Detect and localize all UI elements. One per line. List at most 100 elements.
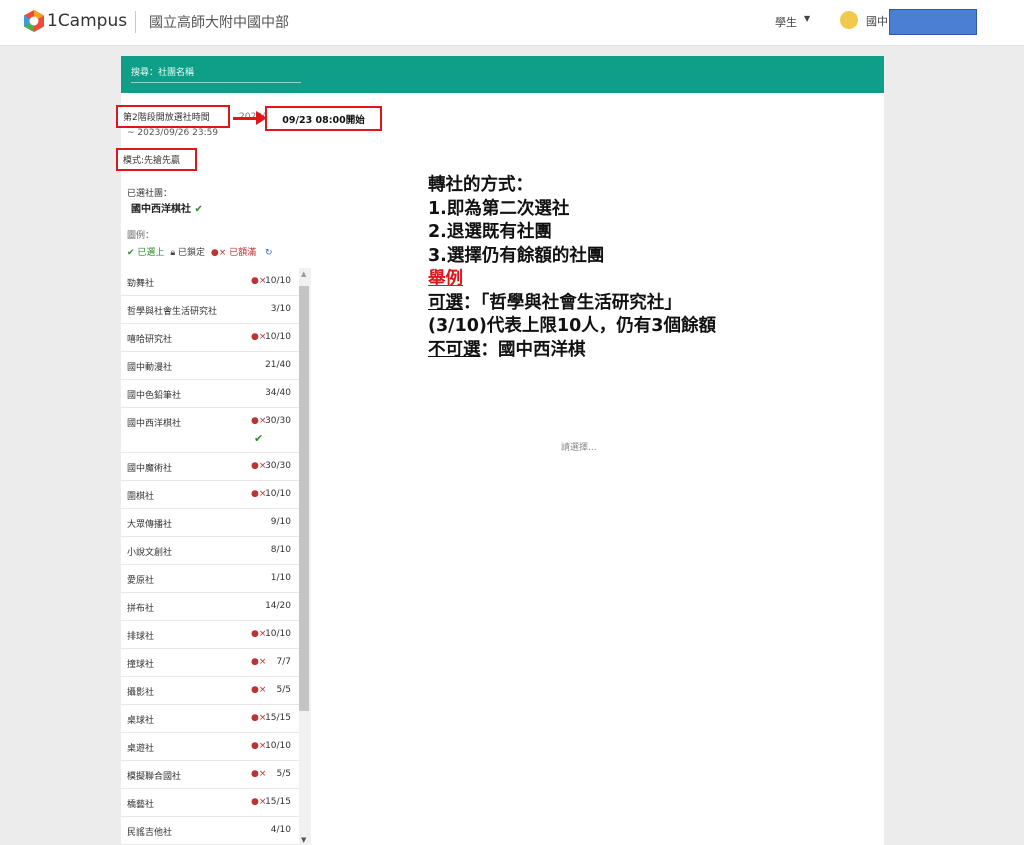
club-row[interactable]: 愛原社 1/10: [121, 565, 311, 593]
period-label-box: 第2階段開放選社時間: [116, 105, 230, 128]
annotation-line: (3/10)代表上限10人，仍有3個餘額: [428, 316, 716, 336]
club-count: 8/10: [270, 545, 291, 555]
scroll-down-icon[interactable]: ▼: [301, 836, 306, 844]
mode-text: 模式:先搶先贏: [123, 156, 181, 166]
club-count: 1/10: [270, 573, 291, 583]
caret-down-icon[interactable]: ▼: [804, 14, 810, 23]
club-row[interactable]: 民謠吉他社 4/10: [121, 817, 311, 845]
club-name: 大眾傳播社: [127, 520, 173, 530]
redaction-box: [889, 9, 977, 35]
club-count: 21/40: [265, 360, 291, 370]
club-count: 9/10: [270, 517, 291, 527]
user-full-icon: ●×: [251, 769, 267, 779]
club-selection-panel: 搜尋：社團名稱 第2階段開放選社時間 2023/ 09/23 08:00開始 ~…: [116, 56, 884, 845]
club-count: 5/5: [276, 769, 291, 779]
club-row[interactable]: 橋藝社 ●× 15/15: [121, 789, 311, 817]
club-count: 10/10: [265, 489, 291, 499]
header-divider: [135, 11, 136, 33]
club-row[interactable]: 模擬聯合國社 ●× 5/5: [121, 761, 311, 789]
club-count: 3/10: [270, 304, 291, 314]
annotation-line: 2.退選既有社團: [428, 222, 552, 242]
club-count: 15/15: [265, 797, 291, 807]
lock-icon: 🔒︎: [170, 248, 176, 258]
club-name: 哲學與社會生活研究社: [127, 307, 218, 317]
annotation-can-select-text: ：「哲學與社會生活研究社」: [463, 292, 682, 313]
period-label: 第2階段開放選社時間: [123, 113, 210, 123]
annotation-cannot-select-text: ：國中西洋棋: [480, 339, 586, 360]
club-row[interactable]: 哲學與社會生活研究社 3/10: [121, 296, 311, 324]
club-name: 拼布社: [127, 604, 155, 614]
club-name: 嘻哈研究社: [127, 335, 173, 345]
club-name: 圍棋社: [127, 492, 155, 502]
start-time-text: 09/23 08:00開始: [282, 115, 365, 126]
check-icon: ✔: [194, 204, 203, 215]
club-row[interactable]: 攝影社 ●× 5/5: [121, 677, 311, 705]
scrollbar-thumb[interactable]: [299, 286, 309, 711]
club-count: 5/5: [276, 685, 291, 695]
club-count: 30/30: [265, 461, 291, 471]
annotation-line: 轉社的方式：: [428, 175, 533, 195]
top-bar: 1Campus 國立高師大附中國中部 學生 ▼ 國中: [0, 0, 1024, 46]
legend-selected: 已選上: [137, 248, 165, 258]
legend-label: 圖例：: [127, 231, 155, 241]
club-name: 民謠吉他社: [127, 828, 173, 838]
club-name: 撞球社: [127, 660, 155, 670]
club-row[interactable]: 國中動漫社 21/40: [121, 352, 311, 380]
role-selector[interactable]: 學生: [775, 14, 797, 30]
legend-full: 已額滿: [229, 248, 257, 258]
search-bar: 搜尋：社團名稱: [121, 56, 884, 93]
club-count: 30/30: [265, 416, 291, 426]
club-count: 10/10: [265, 629, 291, 639]
refresh-icon[interactable]: ↻: [265, 248, 273, 258]
club-name: 桌球社: [127, 716, 155, 726]
period-end: ~ 2023/09/26 23:59: [127, 128, 219, 138]
check-icon: ✔: [254, 432, 264, 445]
club-row[interactable]: 桌球社 ●× 15/15: [121, 705, 311, 733]
user-full-icon: ●×: [251, 657, 267, 667]
selected-label: 已選社團：: [127, 189, 173, 199]
club-row[interactable]: 國中魔術社 ●× 30/30: [121, 453, 311, 481]
club-row[interactable]: 排球社 ●× 10/10: [121, 621, 311, 649]
brand-name[interactable]: 1Campus: [47, 11, 127, 31]
club-name: 國中西洋棋社: [127, 419, 182, 429]
club-count: 4/10: [270, 825, 291, 835]
club-row[interactable]: 嘻哈研究社 ●× 10/10: [121, 324, 311, 352]
club-count: 10/10: [265, 741, 291, 751]
club-row[interactable]: 拼布社 14/20: [121, 593, 311, 621]
club-name: 桌遊社: [127, 744, 155, 754]
club-name: 國中色鉛筆社: [127, 391, 182, 401]
club-row[interactable]: 勁舞社 ●× 10/10: [121, 268, 311, 296]
annotation-cannot-select: 不可選: [428, 339, 481, 360]
selected-club-name: 國中西洋棋社: [131, 204, 191, 215]
start-time-callout: 09/23 08:00開始: [265, 106, 382, 131]
club-row[interactable]: 大眾傳播社 9/10: [121, 509, 311, 537]
1campus-logo-icon[interactable]: [22, 9, 46, 33]
club-name: 國中動漫社: [127, 363, 173, 373]
club-name: 勁舞社: [127, 279, 155, 289]
club-row[interactable]: 國中西洋棋社 ●× 30/30 ✔: [121, 408, 311, 453]
club-row[interactable]: 國中色鉛筆社 34/40: [121, 380, 311, 408]
check-icon: ✔: [127, 248, 135, 258]
club-count: 10/10: [265, 276, 291, 286]
club-row[interactable]: 撞球社 ●× 7/7: [121, 649, 311, 677]
annotation-can-select: 可選: [428, 292, 463, 313]
club-count: 15/15: [265, 713, 291, 723]
user-full-icon: ●×: [210, 248, 227, 258]
club-row[interactable]: 圍棋社 ●× 10/10: [121, 481, 311, 509]
club-name: 攝影社: [127, 688, 155, 698]
legend: ✔ 已選上 🔒︎ 已鎖定 ●× 已額滿 ↻: [127, 245, 273, 258]
selected-club: 國中西洋棋社 ✔: [131, 200, 203, 215]
search-input[interactable]: 搜尋：社團名稱: [131, 64, 301, 83]
club-name: 愛原社: [127, 576, 155, 586]
club-name: 橋藝社: [127, 800, 155, 810]
scroll-up-icon[interactable]: ▲: [301, 270, 306, 278]
club-count: 14/20: [265, 601, 291, 611]
club-row[interactable]: 桌遊社 ●× 10/10: [121, 733, 311, 761]
club-row[interactable]: 小說文創社 8/10: [121, 537, 311, 565]
user-avatar[interactable]: [840, 11, 858, 29]
user-name[interactable]: 國中: [866, 13, 888, 29]
club-name: 國中魔術社: [127, 464, 173, 474]
annotation-line: 3.選擇仍有餘額的社團: [428, 245, 605, 266]
club-list: 勁舞社 ●× 10/10 哲學與社會生活研究社 3/10 嘻哈研究社 ●× 10/10 國中動漫…: [121, 268, 311, 845]
select-prompt: 請選擇...: [561, 443, 597, 453]
